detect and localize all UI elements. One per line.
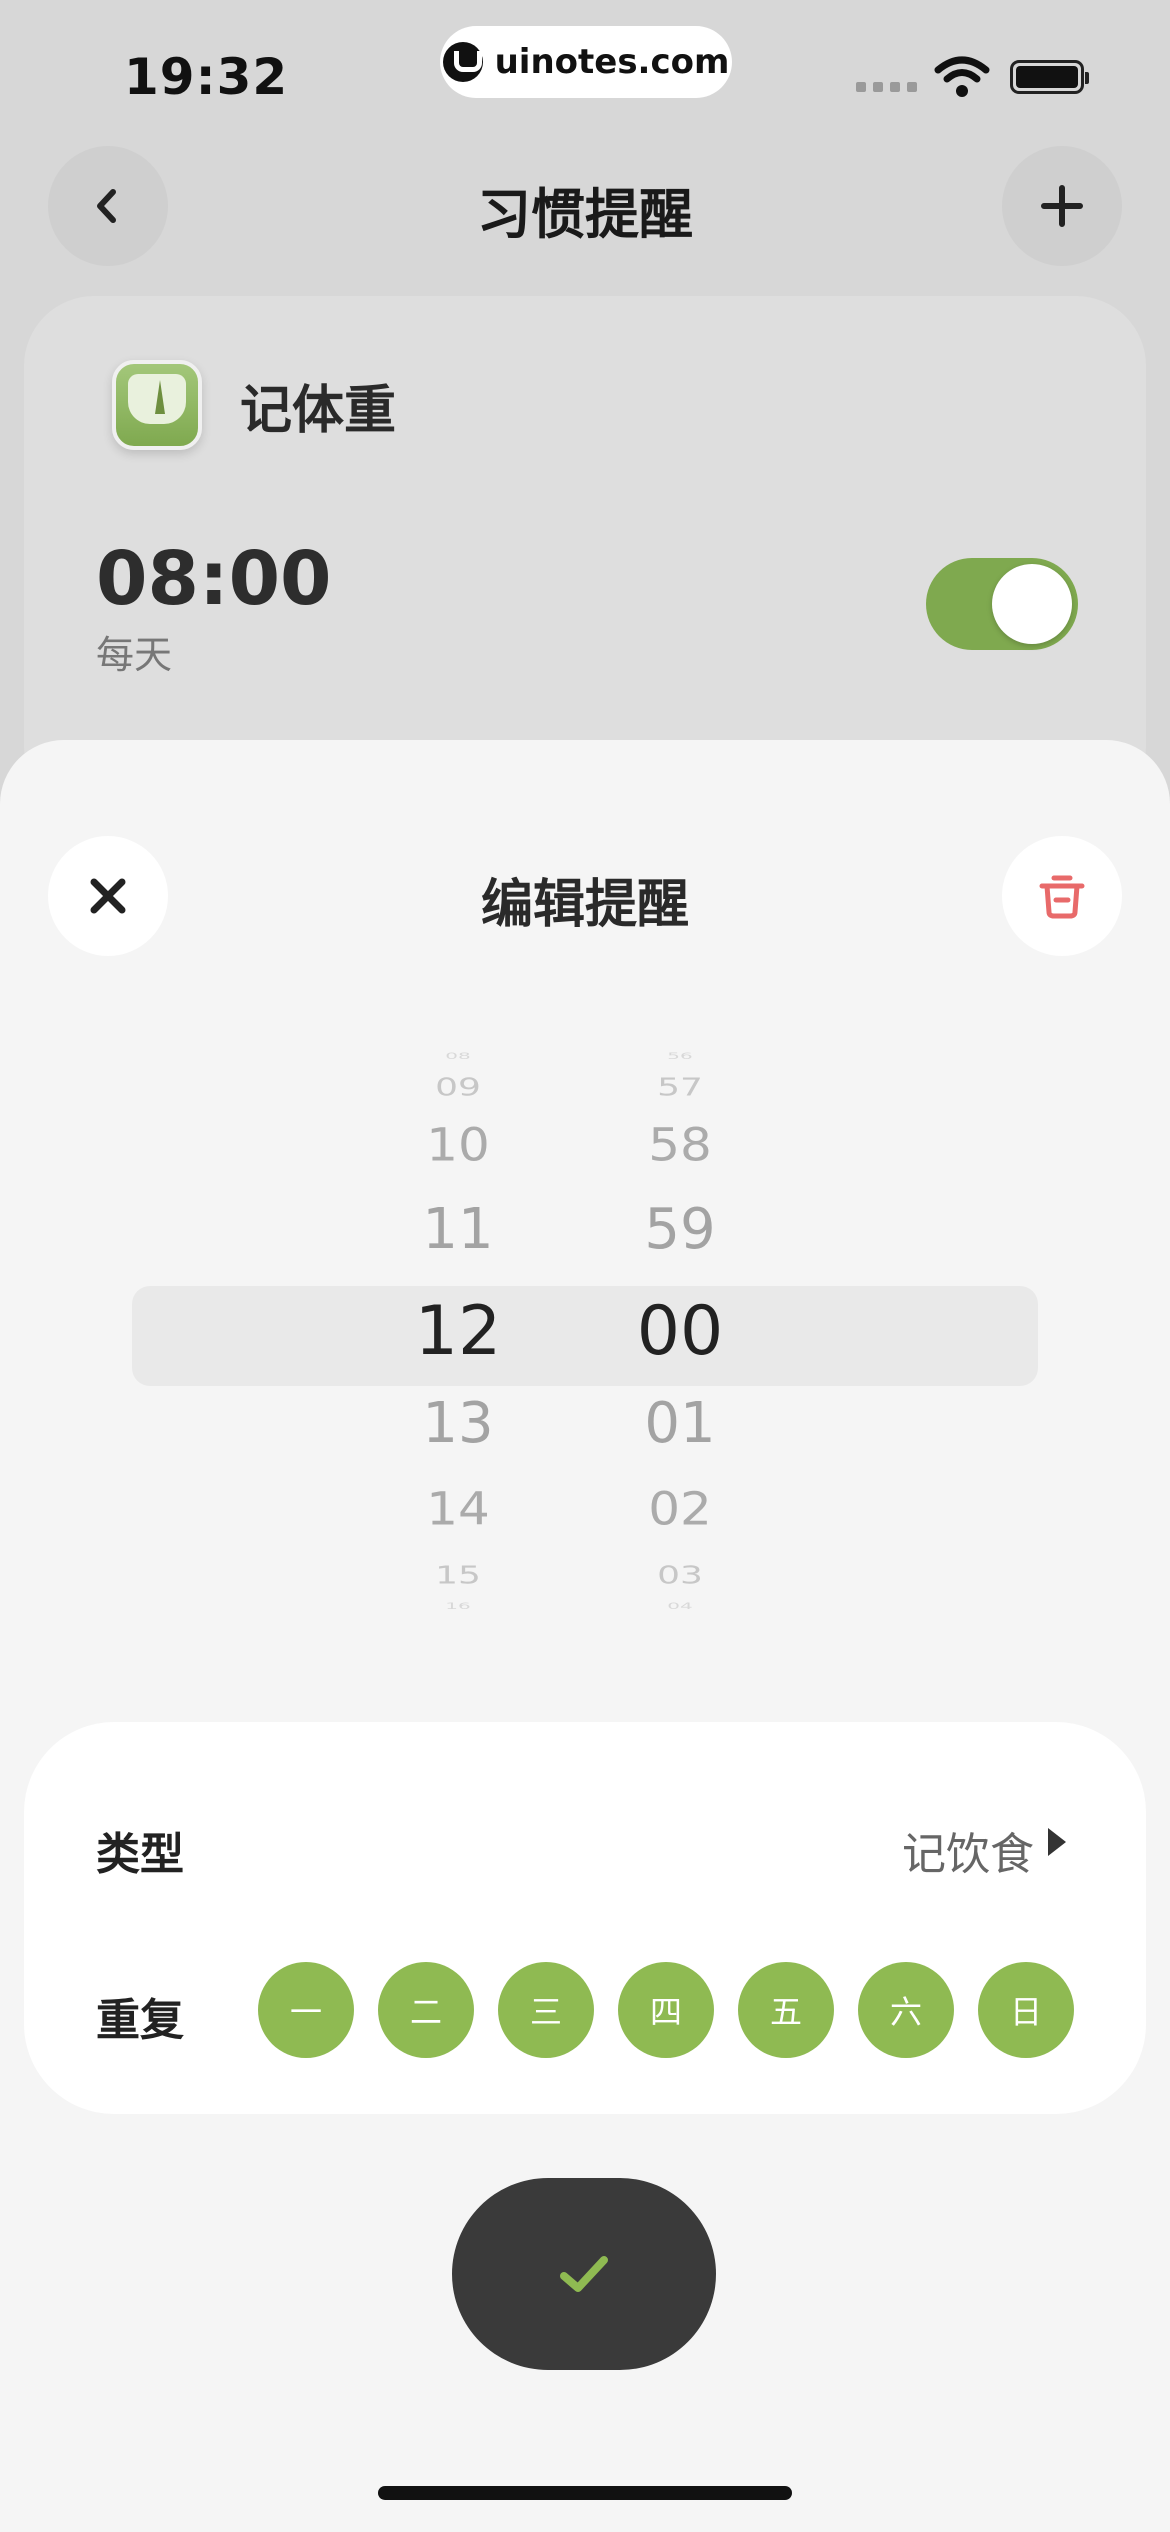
wifi-icon [934,56,990,97]
day-fri[interactable]: 五 [738,1962,834,2058]
battery-icon [1010,60,1089,94]
minute-option[interactable]: 59 [600,1202,760,1258]
reminder-settings-card: 类型 记饮食 重复 一 二 三 四 五 六 日 [24,1722,1146,2114]
picker-selection-band [132,1286,1038,1386]
caret-right-icon[interactable] [1048,1828,1066,1856]
minute-option[interactable]: 57 [600,1075,760,1100]
day-thu[interactable]: 四 [618,1962,714,2058]
minute-option[interactable]: 04 [600,1602,760,1611]
minute-option[interactable]: 00 [600,1298,760,1366]
habit-name: 记体重 [240,381,397,441]
scale-icon [112,360,202,450]
home-indicator [378,2486,792,2500]
day-sun[interactable]: 日 [978,1962,1074,2058]
cellular-signal-icon [856,82,917,92]
hour-option[interactable]: 15 [378,1563,538,1588]
page-title: 习惯提醒 [477,183,693,246]
url-text: uinotes.com [494,42,730,82]
hour-option[interactable]: 14 [378,1487,538,1532]
hour-option[interactable]: 08 [378,1052,538,1061]
hour-option[interactable]: 12 [378,1298,538,1366]
minute-option[interactable]: 01 [600,1396,760,1452]
hour-option[interactable]: 11 [378,1202,538,1258]
edit-reminder-sheet: 编辑提醒 08 09 10 11 12 13 14 15 16 56 57 58 59 00 01 02 03… [0,740,1170,2532]
confirm-button[interactable] [452,2178,716,2370]
check-icon [560,2256,608,2292]
habit-repeat: 每天 [96,633,173,677]
toggle-knob [992,564,1072,644]
minute-option[interactable]: 02 [600,1487,760,1532]
repeat-label: 重复 [96,1995,184,2046]
minute-option[interactable]: 03 [600,1563,760,1588]
hour-option[interactable]: 13 [378,1396,538,1452]
day-tue[interactable]: 二 [378,1962,474,2058]
status-time: 19:32 [124,48,289,106]
type-value[interactable]: 记饮食 [902,1818,1034,1882]
url-pill[interactable]: uinotes.com [440,26,732,98]
weekday-selector: 一 二 三 四 五 六 日 [258,1962,1074,2058]
habit-toggle[interactable] [926,558,1078,650]
day-wed[interactable]: 三 [498,1962,594,2058]
plus-icon [1041,185,1083,227]
hour-option[interactable]: 16 [378,1602,538,1611]
hour-option[interactable]: 09 [378,1075,538,1100]
site-logo-icon [442,42,483,82]
minute-option[interactable]: 58 [600,1123,760,1168]
type-label: 类型 [96,1829,184,1880]
day-sat[interactable]: 六 [858,1962,954,2058]
minute-option[interactable]: 56 [600,1052,760,1061]
day-mon[interactable]: 一 [258,1962,354,2058]
add-button[interactable] [1002,146,1122,266]
habit-card[interactable]: 记体重 08:00 每天 [24,296,1146,816]
hour-option[interactable]: 10 [378,1123,538,1168]
habit-time: 08:00 [96,536,332,622]
